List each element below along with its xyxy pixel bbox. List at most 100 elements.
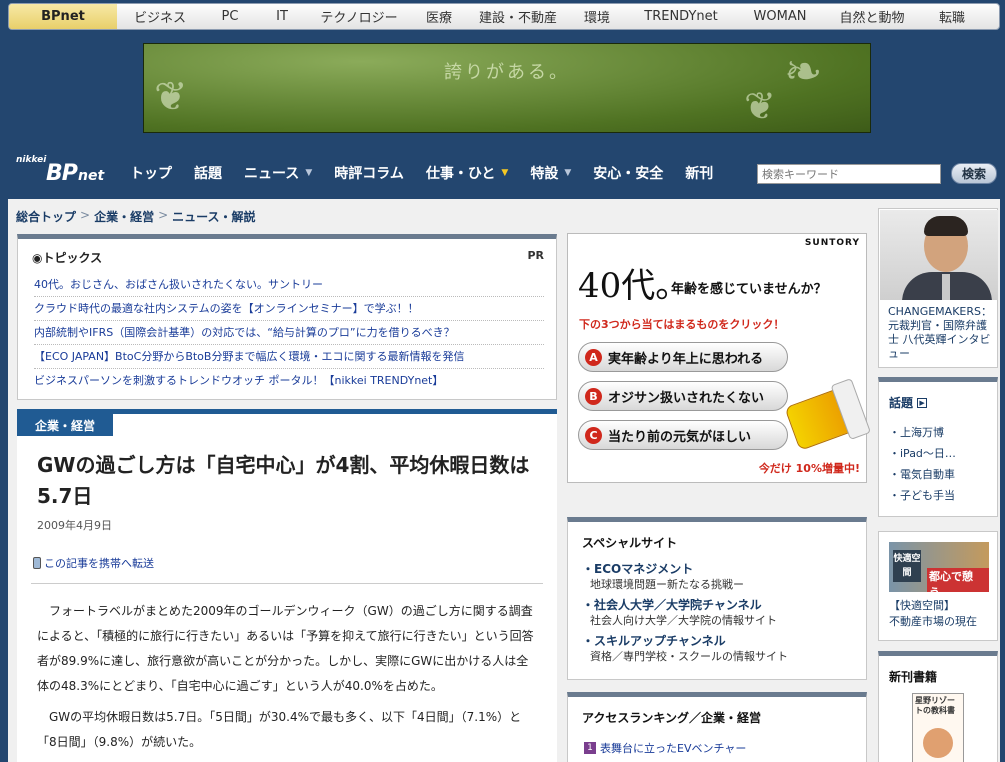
- wadai-link[interactable]: 電気自動車: [889, 464, 956, 485]
- arrow-right-icon: ▶: [917, 397, 928, 408]
- special-sites-panel: スペシャルサイト ECOマネジメント 地球環境問題ー新たなる挑戦ー 社会人大学／…: [567, 517, 867, 680]
- book-cover[interactable]: 星野リゾートの教科書: [912, 693, 964, 762]
- special-site-link[interactable]: ECOマネジメント: [582, 560, 857, 577]
- ad-option-c[interactable]: C 当たり前の元気がほしい: [578, 420, 788, 450]
- changemakers-feature[interactable]: CHANGEMAKERS：元裁判官・国際弁護士 八代英輝インタビュー: [878, 208, 998, 368]
- changemakers-caption: CHANGEMAKERS：元裁判官・国際弁護士 八代英輝インタビュー: [888, 305, 992, 360]
- nav-top[interactable]: トップ: [130, 163, 172, 183]
- site-tab-trendynet[interactable]: TRENDYnet: [625, 4, 737, 29]
- nav-safety-label: 安心・安全: [593, 166, 664, 182]
- site-tab-woman[interactable]: WOMAN: [737, 4, 823, 29]
- wadai-link[interactable]: iPad〜日…: [889, 443, 956, 464]
- divider: [31, 583, 543, 584]
- photo-hair: [924, 216, 968, 236]
- breadcrumb-news[interactable]: ニュース・解説: [172, 208, 255, 225]
- wadai-link[interactable]: 子ども手当: [889, 485, 956, 506]
- wadai-link[interactable]: 上海万博: [889, 422, 956, 443]
- breadcrumb-business[interactable]: 企業・経営: [94, 208, 154, 225]
- article-paragraph: フォートラベルがまとめた2009年のゴールデンウィーク（GW）の過ごし方に関する…: [37, 604, 534, 693]
- special-site-link[interactable]: 社会人大学／大学院チャンネル: [582, 596, 857, 613]
- nikkei-bpnet-logo[interactable]: nikkei BP net: [16, 155, 122, 186]
- nav-special-label: 特設: [530, 166, 559, 182]
- breadcrumb-separator: >: [158, 208, 169, 222]
- nav-safety[interactable]: 安心・安全: [593, 163, 663, 183]
- site-tab-medical[interactable]: 医療: [411, 4, 467, 29]
- site-tab-it[interactable]: IT: [257, 4, 307, 29]
- site-tab-nature[interactable]: 自然と動物: [823, 4, 921, 29]
- nav-new-books[interactable]: 新刊: [685, 163, 713, 183]
- special-sites-list: ECOマネジメント 地球環境問題ー新たなる挑戦ー 社会人大学／大学院チャンネル …: [582, 560, 857, 668]
- article-title: GWの過ごし方は「自宅中心」が4割、平均休暇日数は5.7日: [37, 453, 530, 508]
- article-paragraph: GWの平均休暇日数は5.7日。「5日間」が30.4%で最も多く、以下「4日間」（…: [37, 710, 522, 749]
- mobile-transfer-label: この記事を携帯へ転送: [44, 557, 154, 570]
- ad-option-b[interactable]: B オジサン扱いされたくない: [578, 381, 788, 411]
- ranking-item-label: 表舞台に立ったEVベンチャー: [600, 742, 747, 755]
- kaiteki-caption-title: 【快適空間】: [889, 599, 955, 612]
- special-site-item: スキルアップチャンネル 資格／専門学校・スクールの情報サイト: [582, 632, 857, 665]
- kaiteki-kukan-feature[interactable]: 快適空間 都心で憩う。 【快適空間】 不動産市場の現在: [878, 531, 998, 641]
- special-site-desc: 資格／専門学校・スクールの情報サイト: [590, 650, 788, 663]
- nav-column[interactable]: 時評コラム: [334, 163, 404, 183]
- wadai-title[interactable]: 話題 ▶: [889, 394, 928, 411]
- special-site-item: 社会人大学／大学院チャンネル 社会人向け大学／大学院の情報サイト: [582, 596, 857, 629]
- ad-brand: SUNTORY: [804, 238, 860, 248]
- breadcrumb: 総合トップ > 企業・経営 > ニュース・解説: [16, 208, 256, 225]
- pr-label: PR: [527, 249, 544, 262]
- special-site-desc: 地球環境問題ー新たなる挑戦ー: [590, 578, 744, 591]
- site-tab-pc[interactable]: PC: [203, 4, 257, 29]
- site-tab-technology[interactable]: テクノロジー: [307, 4, 411, 29]
- mobile-transfer-link[interactable]: この記事を携帯へ転送: [33, 555, 154, 571]
- site-tab-jobs[interactable]: 転職: [921, 4, 983, 29]
- nav-news[interactable]: ニュース ▼: [244, 163, 312, 183]
- logo-net-text: net: [78, 168, 105, 184]
- ad-option-a[interactable]: A 実年齢より年上に思われる: [578, 342, 788, 372]
- wadai-title-label: 話題: [889, 396, 914, 410]
- option-badge-c: C: [585, 426, 602, 444]
- suntory-ad[interactable]: SUNTORY 40代。 年齢を感じていませんか？ 下の3つから当てはまるものを…: [567, 233, 868, 483]
- ranking-title: アクセスランキング／企業・経営: [582, 711, 762, 725]
- topics-title: ◉トピックス: [32, 251, 103, 265]
- ornament-icon: ❧: [784, 44, 823, 98]
- supplement-bottle-icon: [784, 383, 868, 451]
- banner-text: 誇りがある。: [444, 62, 570, 83]
- ornament-icon: ❦: [744, 84, 776, 128]
- kaiteki-caption-sub: 不動産市場の現在: [889, 615, 977, 628]
- special-site-link[interactable]: スキルアップチャンネル: [582, 632, 857, 649]
- ad-question: 年齢を感じていませんか？: [671, 282, 827, 297]
- topic-link[interactable]: 内部統制やIFRS（国際会計基準）の対応では、“給与計算のプロ”に力を借りるべき…: [34, 321, 544, 345]
- special-site-item: ECOマネジメント 地球環境問題ー新たなる挑戦ー: [582, 560, 857, 593]
- logo-bp-text: BP: [46, 161, 78, 186]
- ranking-item[interactable]: 1 表舞台に立ったEVベンチャー: [584, 740, 746, 756]
- article: 企業・経営 GWの過ごし方は「自宅中心」が4割、平均休暇日数は5.7日 2009…: [17, 409, 557, 762]
- site-tab-environment[interactable]: 環境: [569, 4, 625, 29]
- site-tab-bpnet[interactable]: BPnet: [9, 4, 117, 29]
- nav-topics[interactable]: 話題: [194, 163, 222, 183]
- special-sites-title: スペシャルサイト: [582, 536, 678, 550]
- search-button[interactable]: 検索: [951, 163, 997, 184]
- site-tab-business[interactable]: ビジネス: [117, 4, 203, 29]
- access-ranking-panel: アクセスランキング／企業・経営 1 表舞台に立ったEVベンチャー: [567, 692, 867, 762]
- ad-promo: 今だけ 10%増量中!: [758, 462, 860, 475]
- kaiteki-caption: 【快適空間】 不動産市場の現在: [889, 598, 977, 630]
- banner-ad[interactable]: 誇りがある。 ❦ ❧ ❦: [143, 43, 871, 133]
- option-label: 実年齢より年上に思われる: [608, 351, 764, 367]
- nav-top-label: トップ: [130, 166, 172, 182]
- photo-tie: [942, 274, 950, 300]
- site-tab-construction[interactable]: 建設・不動産: [467, 4, 569, 29]
- topic-link[interactable]: 40代。おじさん、おばさん扱いされたくない。サントリー: [34, 273, 544, 297]
- breadcrumb-home[interactable]: 総合トップ: [16, 208, 76, 225]
- nav-news-label: ニュース: [244, 166, 300, 182]
- article-category: 企業・経営: [17, 414, 113, 436]
- topic-link[interactable]: 【ECO JAPAN】BtoC分野からBtoB分野まで幅広く環境・エコに関する最…: [34, 345, 544, 369]
- nav-work-label: 仕事・ひと: [425, 166, 496, 182]
- wadai-panel: 話題▶ 上海万博 iPad〜日… 電気自動車 子ども手当: [878, 377, 998, 517]
- search-input[interactable]: [757, 164, 941, 184]
- nav-work[interactable]: 仕事・ひと ▼: [426, 163, 509, 183]
- topic-link[interactable]: ビジネスパーソンを刺激するトレンドウオッチ ポータル！【nikkei TREND…: [34, 369, 544, 393]
- site-tab-bar: BPnet ビジネス PC IT テクノロジー 医療 建設・不動産 環境 TRE…: [8, 3, 1000, 30]
- nav-special[interactable]: 特設 ▼: [530, 163, 571, 183]
- ad-instruction: 下の3つから当てはまるものをクリック！: [579, 318, 785, 331]
- option-label: 当たり前の元気がほしい: [608, 429, 752, 445]
- interviewee-photo: [880, 210, 998, 300]
- topic-link[interactable]: クラウド時代の最適な社内システムの姿を【オンラインセミナー】で学ぶ！！: [34, 297, 544, 321]
